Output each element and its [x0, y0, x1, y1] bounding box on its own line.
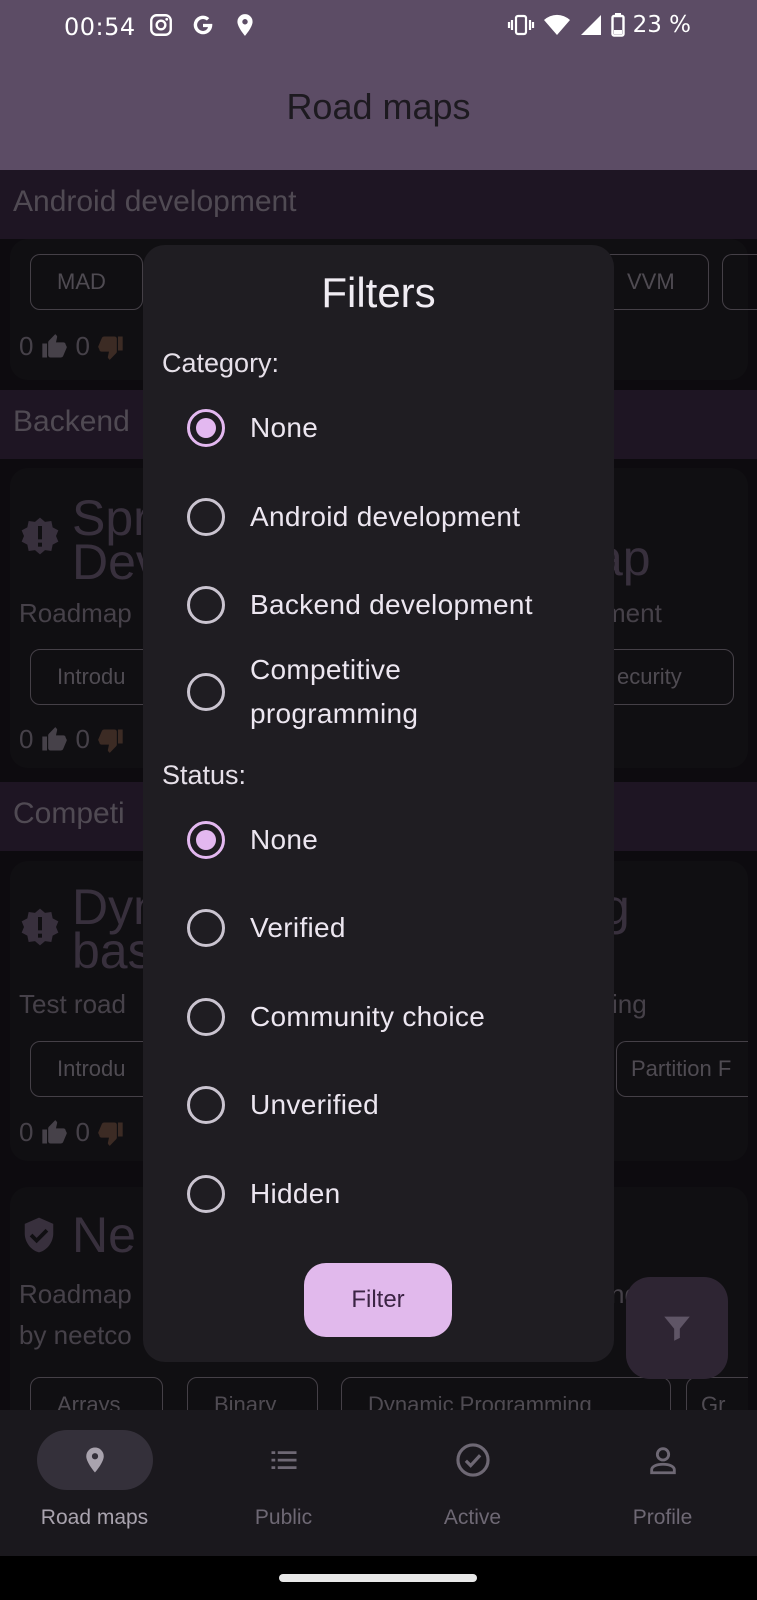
screen: 00:54 23 % Road maps Android development… [0, 0, 757, 1600]
nav-label: Road maps [40, 1506, 149, 1529]
radio-button[interactable] [187, 409, 225, 447]
filter-button[interactable]: Filter [304, 1263, 452, 1337]
radio-label: Competitive programming [250, 654, 419, 729]
status-option-verified[interactable]: Verified [143, 888, 614, 968]
status-time: 00:54 [64, 13, 136, 41]
home-gesture-bar[interactable] [279, 1574, 477, 1582]
top-app-bar: Road maps [0, 56, 757, 170]
gesture-area [0, 1556, 757, 1600]
vibrate-icon [507, 14, 534, 36]
status-bar: 00:54 23 % [0, 0, 757, 56]
category-label: Category: [162, 348, 280, 378]
nav-item-road-maps[interactable]: Road maps [0, 1410, 189, 1556]
nav-indicator [415, 1430, 531, 1490]
location-pin-icon [85, 1447, 104, 1473]
google-icon [193, 15, 213, 35]
cell-signal-icon [580, 15, 601, 35]
filter-fab[interactable] [626, 1277, 728, 1379]
radio-label: Backend development [250, 589, 533, 620]
nav-indicator [605, 1430, 721, 1490]
status-option-hidden[interactable]: Hidden [143, 1154, 614, 1234]
radio-label: Verified [250, 912, 346, 943]
radio-label: Community choice [250, 1001, 486, 1032]
person-icon [649, 1447, 676, 1475]
status-icons-left [148, 12, 258, 38]
status-icons-right: 23 % [507, 12, 691, 38]
nav-item-active[interactable]: Active [378, 1410, 567, 1556]
radio-button[interactable] [187, 1086, 225, 1124]
instagram-icon [150, 14, 172, 36]
radio-label: Android development [250, 501, 521, 532]
status-label: Status: [162, 760, 247, 790]
nav-indicator [226, 1430, 342, 1490]
filters-dialog: Filters Category: None Android developme… [143, 245, 614, 1362]
filter-icon [664, 1316, 690, 1341]
battery-percent: 23 % [632, 12, 691, 38]
app-bar-title: Road maps [286, 86, 471, 127]
radio-button[interactable] [187, 498, 225, 536]
list-icon [271, 1451, 296, 1469]
category-option-none[interactable]: None [143, 388, 614, 468]
radio-button[interactable] [187, 821, 225, 859]
radio-label: Hidden [250, 1178, 341, 1209]
nav-item-profile[interactable]: Profile [568, 1410, 757, 1556]
nav-label: Public [254, 1506, 313, 1529]
nav-indicator [36, 1430, 153, 1490]
radio-button[interactable] [187, 1175, 225, 1213]
battery-icon [610, 13, 625, 37]
radio-label: Unverified [250, 1089, 380, 1120]
radio-label: None [250, 824, 319, 855]
check-circle-icon [455, 1443, 490, 1477]
radio-button[interactable] [187, 998, 225, 1036]
location-icon [237, 14, 253, 36]
radio-button[interactable] [187, 673, 225, 711]
nav-label: Active [443, 1506, 502, 1529]
category-option-android[interactable]: Android development [143, 477, 614, 557]
category-option-backend[interactable]: Backend development [143, 565, 614, 645]
nav-item-public[interactable]: Public [189, 1410, 378, 1556]
radio-button[interactable] [187, 909, 225, 947]
status-option-unverified[interactable]: Unverified [143, 1065, 614, 1145]
bottom-navigation: Road maps Public Active Profile [0, 1410, 757, 1556]
nav-label: Profile [632, 1506, 693, 1529]
wifi-icon [543, 14, 570, 35]
status-option-community-choice[interactable]: Community choice [143, 977, 614, 1057]
dialog-title: Filters [321, 269, 436, 316]
radio-label: None [250, 412, 319, 443]
status-option-none[interactable]: None [143, 800, 614, 880]
category-option-competitive[interactable]: Competitive programming [143, 640, 614, 744]
radio-button[interactable] [187, 586, 225, 624]
